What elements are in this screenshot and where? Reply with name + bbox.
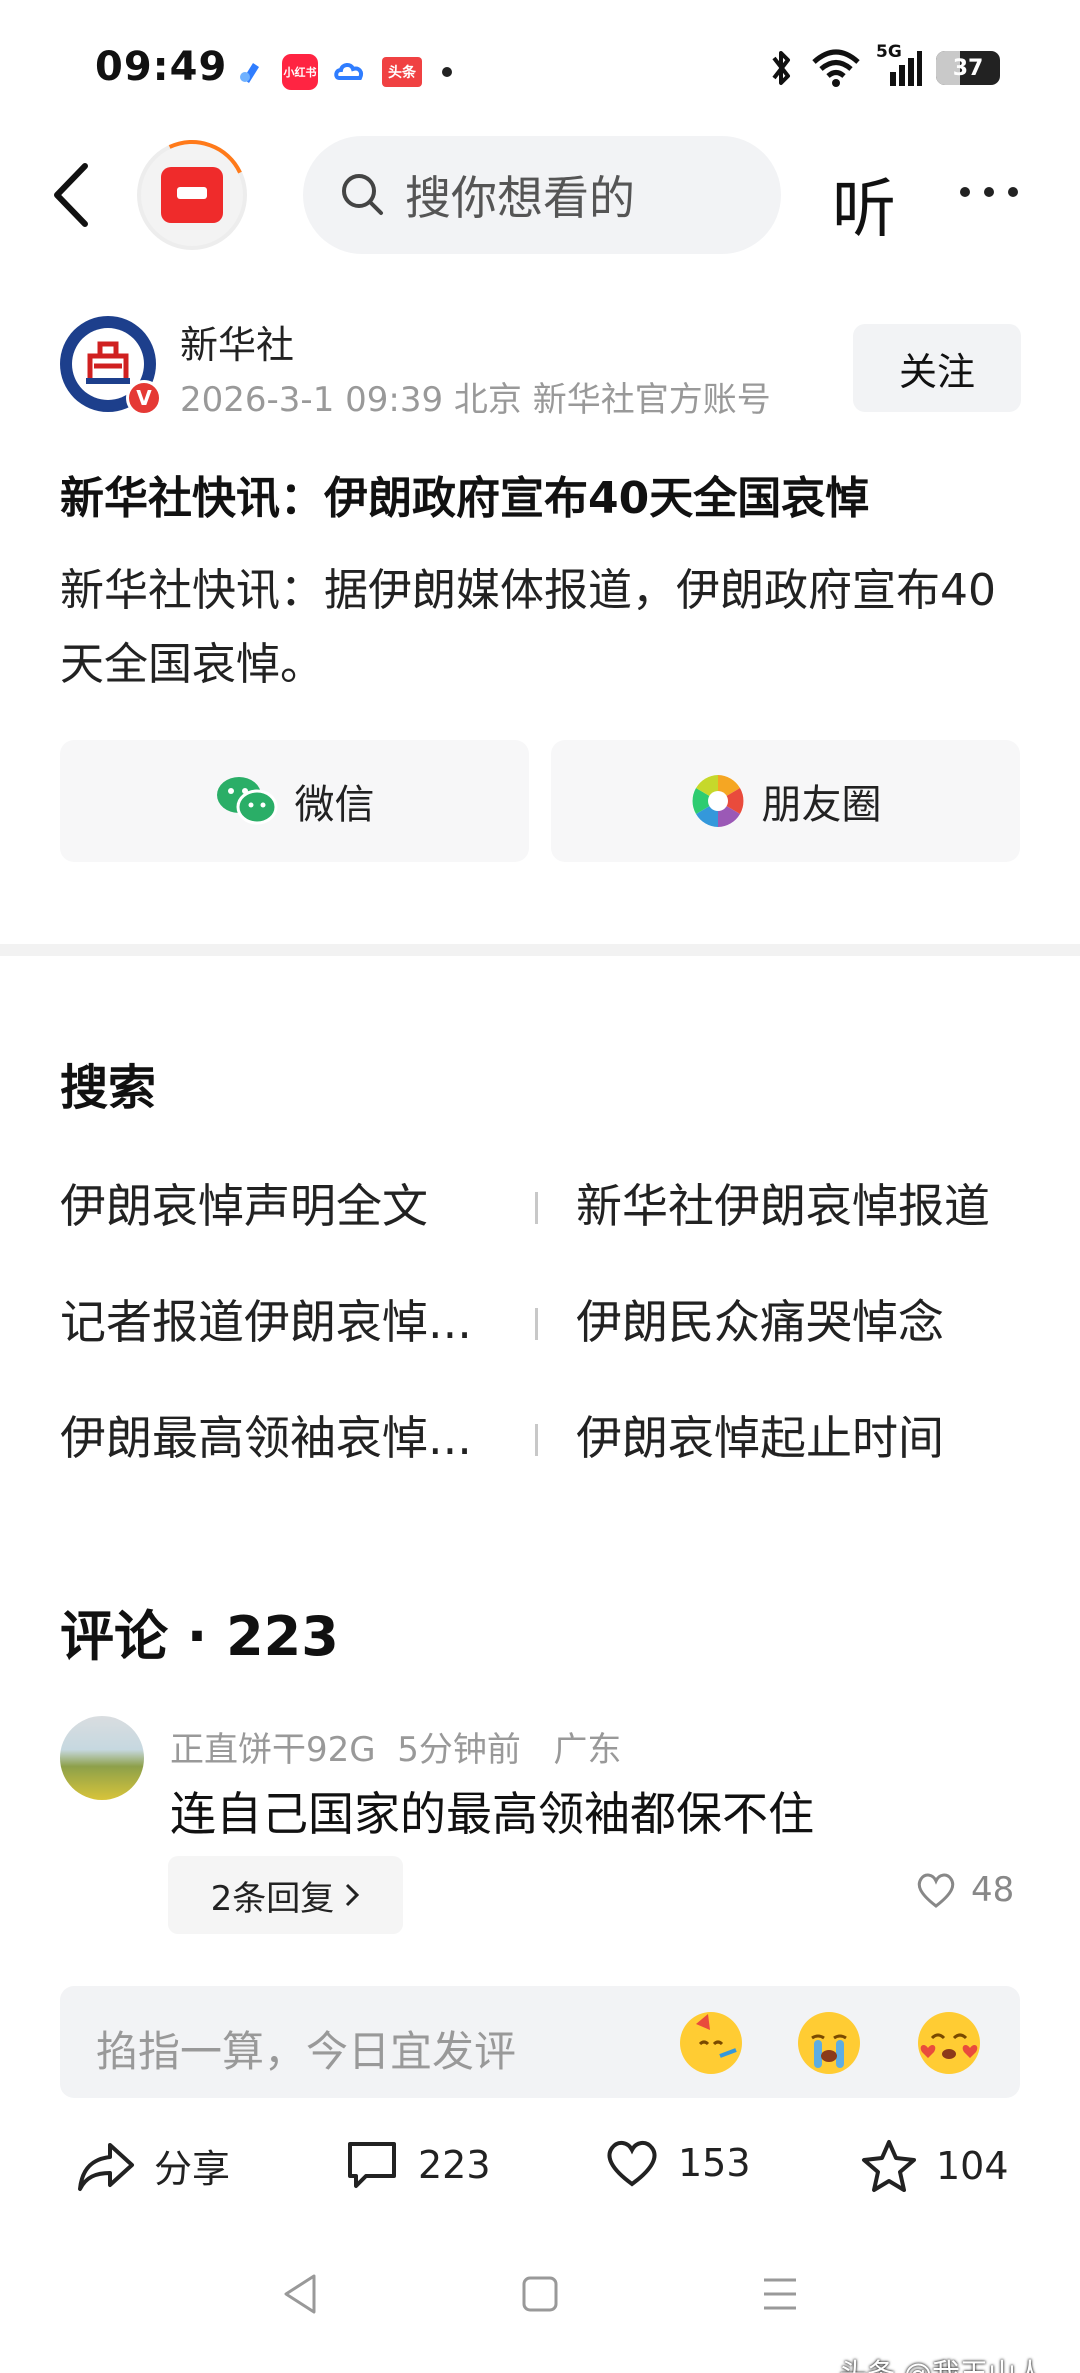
share-moments-button[interactable]: 朋友圈 bbox=[551, 740, 1020, 862]
author-name[interactable]: 新华社 bbox=[180, 314, 294, 369]
system-indicators: 5G 37 bbox=[766, 42, 1000, 88]
related-search-link[interactable]: 伊朗哀悼起止时间 bbox=[576, 1402, 944, 1468]
menu-lines-icon bbox=[764, 2278, 796, 2310]
status-time: 09:49 bbox=[95, 44, 228, 90]
related-search-link[interactable]: 新华社伊朗哀悼报道 bbox=[576, 1170, 990, 1236]
article-body: 新华社快讯：据伊朗媒体报道，伊朗政府宣布40天全国哀悼。 bbox=[60, 565, 996, 690]
star-icon bbox=[862, 2140, 916, 2192]
section-divider bbox=[0, 944, 1080, 956]
progress-ring bbox=[121, 124, 263, 266]
comment-like-button[interactable]: 48 bbox=[915, 1870, 1014, 1910]
crying-emoji-icon[interactable] bbox=[798, 2012, 860, 2074]
commenter-avatar[interactable] bbox=[60, 1716, 144, 1800]
comments-section-title: 评论 · 223 bbox=[60, 1605, 339, 1668]
search-row: 记者报道伊朗哀悼... 伊朗民众痛哭悼念 bbox=[60, 1286, 1030, 1402]
cloud-app-icon bbox=[332, 54, 368, 90]
related-search-link[interactable]: 伊朗最高领袖哀悼... bbox=[60, 1402, 472, 1468]
favorite-button[interactable]: 104 bbox=[860, 2138, 1009, 2194]
commenter-name[interactable]: 正直饼干92G bbox=[170, 1730, 376, 1770]
share-button[interactable]: 分享 bbox=[76, 2138, 230, 2193]
author-avatar[interactable]: V bbox=[60, 316, 162, 416]
author-meta: 2026-3-1 09:39 北京 新华社官方账号 bbox=[180, 380, 771, 420]
related-search-link[interactable]: 伊朗民众痛哭悼念 bbox=[576, 1286, 944, 1352]
separator bbox=[535, 1192, 538, 1224]
search-input[interactable]: 搜你想看的 bbox=[303, 136, 781, 254]
bluetooth-icon bbox=[772, 51, 790, 85]
notification-icons: 小红书 头条 bbox=[232, 54, 452, 90]
party-emoji-icon[interactable] bbox=[680, 2012, 742, 2074]
favorites-count: 104 bbox=[936, 2144, 1009, 2188]
back-arrow-icon bbox=[54, 163, 88, 227]
likes-count: 153 bbox=[678, 2141, 751, 2185]
square-home-icon bbox=[522, 2276, 558, 2312]
comment-location: 广东 bbox=[553, 1730, 622, 1770]
search-icon bbox=[342, 174, 383, 215]
wechat-icon bbox=[216, 777, 277, 825]
top-nav: 搜你想看的 听 bbox=[0, 124, 1080, 266]
share-moments-label: 朋友圈 bbox=[761, 782, 882, 828]
view-replies-button[interactable]: 2条回复 bbox=[168, 1856, 403, 1934]
toutiao-app-icon: 头条 bbox=[382, 57, 422, 87]
comment-input-placeholder: 掐指一算，今日宜发评 bbox=[96, 2027, 517, 2076]
browser-app-icon bbox=[232, 54, 268, 90]
comments-button[interactable]: 223 bbox=[344, 2138, 491, 2192]
watermark: 头条 @我玉山人 bbox=[839, 2352, 1044, 2373]
battery-icon: 37 bbox=[936, 51, 1000, 85]
cellular-signal-icon: 5G bbox=[876, 42, 922, 88]
article-title: 新华社快讯：伊朗政府宣布40天全国哀悼 bbox=[60, 473, 870, 524]
back-button[interactable] bbox=[45, 160, 105, 230]
related-searches: 伊朗哀悼声明全文 新华社伊朗哀悼报道 记者报道伊朗哀悼... 伊朗民众痛哭悼念 … bbox=[60, 1170, 1030, 1518]
search-section-title: 搜索 bbox=[60, 1060, 157, 1116]
comment-meta: 正直饼干92G 5分钟前 广东 bbox=[170, 1722, 621, 1771]
separator bbox=[535, 1424, 538, 1456]
comment-time: 5分钟前 bbox=[397, 1730, 521, 1770]
comments-count: 223 bbox=[418, 2143, 491, 2187]
wifi-icon bbox=[812, 49, 860, 87]
heart-icon bbox=[917, 1873, 955, 1908]
system-nav-bar bbox=[0, 2262, 1080, 2342]
chevron-right-icon bbox=[346, 1883, 360, 1907]
related-search-link[interactable]: 记者报道伊朗哀悼... bbox=[60, 1286, 472, 1352]
status-bar: 09:49 小红书 头条 5G 37 bbox=[0, 0, 1080, 140]
moments-icon bbox=[691, 775, 744, 827]
listen-button[interactable]: 听 bbox=[832, 158, 896, 250]
xiaohongshu-app-icon: 小红书 bbox=[282, 54, 318, 90]
action-bar: 分享 223 153 104 bbox=[0, 2130, 1080, 2210]
separator bbox=[535, 1308, 538, 1340]
verified-badge: V bbox=[126, 380, 162, 416]
share-icon bbox=[78, 2142, 134, 2191]
nav-menu-button[interactable] bbox=[760, 2272, 800, 2320]
search-row: 伊朗哀悼声明全文 新华社伊朗哀悼报道 bbox=[60, 1170, 1030, 1286]
share-label: 分享 bbox=[154, 2147, 231, 2191]
comment-icon bbox=[348, 2142, 396, 2188]
more-options-button[interactable] bbox=[960, 172, 1040, 212]
dot bbox=[960, 187, 970, 197]
nav-back-button[interactable] bbox=[280, 2272, 320, 2320]
dot bbox=[1008, 187, 1018, 197]
related-search-link[interactable]: 伊朗哀悼声明全文 bbox=[60, 1170, 428, 1236]
more-notifications-dot bbox=[442, 67, 452, 77]
share-wechat-label: 微信 bbox=[294, 782, 375, 828]
like-button[interactable]: 153 bbox=[604, 2138, 751, 2188]
triangle-back-icon bbox=[284, 2274, 316, 2314]
comment-text[interactable]: 连自己国家的最高领袖都保不住 bbox=[170, 1778, 814, 1844]
comment-like-count: 48 bbox=[971, 1870, 1015, 1910]
follow-button[interactable]: 关注 bbox=[853, 324, 1021, 412]
comment-input[interactable]: 掐指一算，今日宜发评 bbox=[60, 1986, 1020, 2098]
search-row: 伊朗最高领袖哀悼... 伊朗哀悼起止时间 bbox=[60, 1402, 1030, 1518]
search-placeholder: 搜你想看的 bbox=[405, 171, 635, 225]
replies-label: 2条回复 bbox=[210, 1878, 335, 1919]
dot bbox=[984, 187, 994, 197]
nav-home-button[interactable] bbox=[520, 2272, 560, 2320]
love-emoji-icon[interactable] bbox=[918, 2012, 980, 2074]
share-row: 微信 朋友圈 bbox=[60, 740, 1020, 862]
heart-icon bbox=[607, 2141, 657, 2187]
share-wechat-button[interactable]: 微信 bbox=[60, 740, 529, 862]
